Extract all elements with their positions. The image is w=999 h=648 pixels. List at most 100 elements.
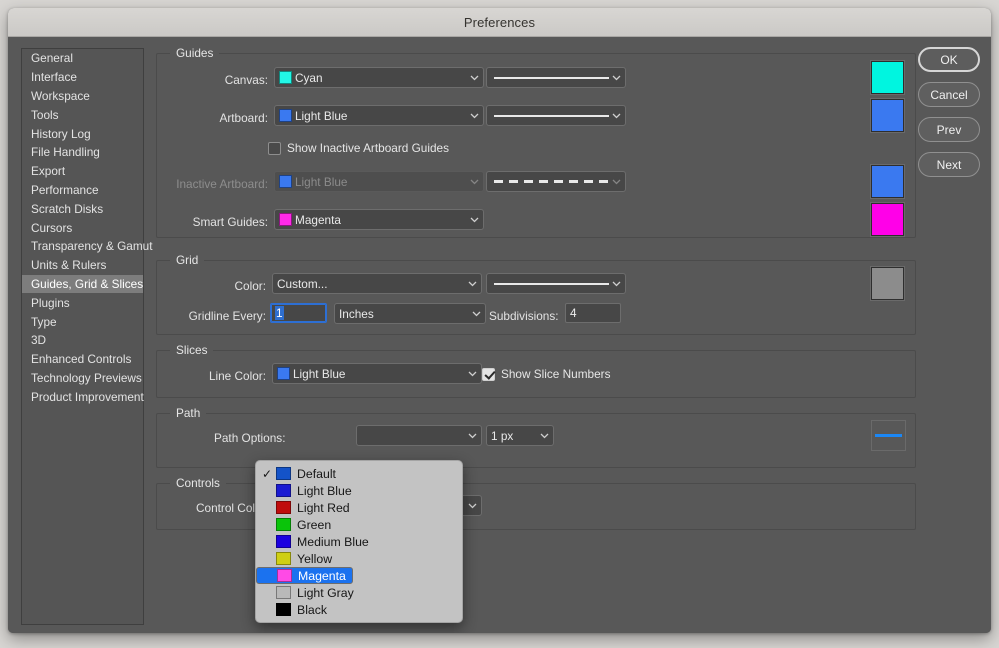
sidebar-item-export[interactable]: Export [22,162,143,181]
menu-item-light-blue[interactable]: Light Blue [256,482,462,499]
path-preview-well [871,420,906,451]
menu-item-color-swatch [276,603,291,616]
artboard-line-style-select[interactable] [486,105,626,126]
sidebar-item-scratch-disks[interactable]: Scratch Disks [22,199,143,218]
chevron-down-icon [467,172,481,191]
canvas-line-style-select[interactable] [486,67,626,88]
canvas-color-select[interactable]: Cyan [274,67,484,88]
menu-item-color-swatch [276,467,291,480]
menu-item-yellow[interactable]: Yellow [256,550,462,567]
solid-line-preview-icon [491,106,609,125]
sidebar-item-guides-grid-slices[interactable]: Guides, Grid & Slices [22,274,143,294]
artboard-color-well[interactable] [871,99,904,132]
button-label: OK [940,52,958,67]
slices-line-color-label: Line Color: [208,369,266,383]
menu-item-label: Light Gray [297,585,354,600]
sidebar-item-interface[interactable]: Interface [22,68,143,87]
sidebar-item-plugins[interactable]: Plugins [22,293,143,312]
button-label: Prev [936,122,962,137]
sidebar-item-label: Cursors [31,220,73,235]
gridline-every-value: 1 [275,306,284,320]
sidebar-item-3d[interactable]: 3D [22,331,143,350]
sidebar-item-technology-previews[interactable]: Technology Previews [22,369,143,388]
menu-item-medium-blue[interactable]: Medium Blue [256,533,462,550]
solid-line-preview-icon [491,68,609,87]
sidebar-item-product-improvement[interactable]: Product Improvement [22,387,144,406]
show-inactive-artboard-guides-label: Show Inactive Artboard Guides [287,141,449,155]
ok-button[interactable]: OK [918,47,980,72]
gridline-every-input[interactable]: 1 [270,303,327,323]
sidebar-item-type[interactable]: Type [22,312,143,331]
chevron-down-icon [537,426,551,445]
smart-guides-color-select[interactable]: Magenta [274,209,484,230]
grid-group: Grid [156,253,916,335]
sidebar-item-tools[interactable]: Tools [22,105,143,124]
sidebar-item-workspace[interactable]: Workspace [22,87,143,106]
grid-color-select[interactable]: Custom... [272,273,482,294]
canvas-color-well[interactable] [871,61,904,94]
sidebar-item-history-log[interactable]: History Log [22,124,143,143]
sidebar-item-cursors[interactable]: Cursors [22,218,143,237]
canvas-color-value: Cyan [295,70,323,85]
sidebar-item-general[interactable]: General [22,49,143,68]
path-options-dropdown-menu[interactable]: ✓ Default Light Blue Light Red Green Medium B… [255,460,463,623]
path-options-select[interactable] [356,425,482,446]
sidebar-item-label: Technology Previews [31,370,142,385]
window-title: Preferences [463,14,536,30]
menu-item-magenta[interactable]: Magenta [256,567,353,584]
inactive-artboard-color-swatch [279,175,292,188]
path-thickness-select[interactable]: 1 px [486,425,554,446]
menu-item-light-red[interactable]: Light Red [256,499,462,516]
chevron-down-icon [467,106,481,125]
sidebar-item-label: Type [31,314,57,329]
sidebar-item-label: 3D [31,333,47,348]
show-slice-numbers-checkbox[interactable]: Show Slice Numbers [482,367,611,381]
canvas-label: Canvas: [224,73,268,87]
slices-line-color-value: Light Blue [293,366,346,381]
artboard-color-select[interactable]: Light Blue [274,105,484,126]
menu-item-color-swatch [276,518,291,531]
checkbox-box [482,367,495,381]
sidebar-item-label: Scratch Disks [31,201,104,216]
next-button[interactable]: Next [918,152,980,177]
chevron-down-icon [465,496,479,515]
sidebar-item-label: Interface [31,70,77,85]
menu-item-black[interactable]: Black [256,601,462,618]
preferences-category-list[interactable]: General Interface Workspace Tools History Lo… [21,48,153,625]
menu-item-green[interactable]: Green [256,516,462,533]
sidebar-item-units-rulers[interactable]: Units & Rulers [22,256,143,275]
sidebar-item-transparency-gamut[interactable]: Transparency & Gamut [22,237,153,256]
smart-guides-color-value: Magenta [295,212,341,227]
sidebar-item-enhanced-controls[interactable]: Enhanced Controls [22,350,143,369]
show-inactive-artboard-guides-checkbox[interactable]: Show Inactive Artboard Guides [268,141,449,155]
subdivisions-input[interactable]: 4 [565,303,621,323]
smart-guides-color-well[interactable] [871,203,904,236]
button-label: Next [936,157,962,172]
grid-color-value: Custom... [277,276,328,291]
inactive-artboard-color-value: Light Blue [295,174,348,189]
sidebar-item-label: Export [31,164,66,179]
grid-line-style-select[interactable] [486,273,626,294]
menu-item-color-swatch [276,484,291,497]
menu-item-light-gray[interactable]: Light Gray [256,584,462,601]
sidebar-item-file-handling[interactable]: File Handling [22,143,143,162]
menu-item-color-swatch [276,586,291,599]
gridline-units-select[interactable]: Inches [334,303,486,324]
artboard-color-value: Light Blue [295,108,348,123]
sidebar-item-label: File Handling [31,145,100,160]
sidebar-item-performance[interactable]: Performance [22,181,143,200]
cancel-button[interactable]: Cancel [918,82,980,107]
smart-guides-color-swatch [279,213,292,226]
slices-line-color-select[interactable]: Light Blue [272,363,482,384]
checkmark-icon: ✓ [262,466,273,481]
menu-item-label: Black [297,602,328,617]
menu-item-label: Magenta [298,568,346,583]
inactive-artboard-color-well[interactable] [871,165,904,198]
menu-item-default[interactable]: ✓ Default [256,465,462,482]
grid-color-well[interactable] [871,267,904,300]
menu-item-label: Light Blue [297,483,352,498]
chevron-down-icon [465,364,479,383]
prev-button[interactable]: Prev [918,117,980,142]
menu-item-label: Default [297,466,336,481]
window-titlebar: Preferences [8,8,991,37]
